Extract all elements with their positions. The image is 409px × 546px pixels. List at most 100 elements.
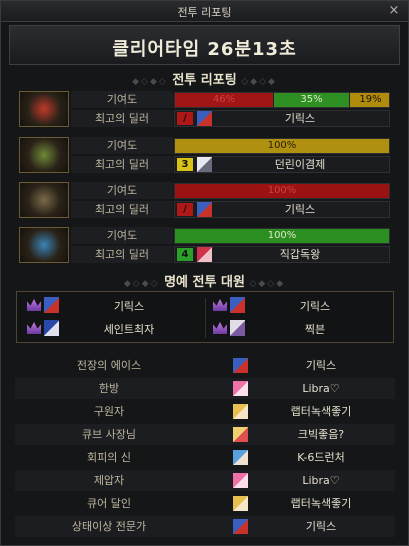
window-title: 전투 리포팅 [177, 6, 232, 19]
fire-helmet-portrait [19, 91, 69, 127]
ice-crown-helmet-portrait [19, 227, 69, 263]
award-row: 한방 Libra♡ [15, 378, 395, 399]
blue-knight-icon [233, 519, 248, 534]
contribution-segment: 100% [175, 229, 389, 243]
award-row: 큐어 달인 랩터녹색좋기 [15, 493, 395, 514]
player-report-row: 기여도최고의 딜러 100% / 기릭스 [19, 182, 391, 218]
award-winner-name: Libra♡ [302, 474, 340, 487]
dealer-name: 던린이겸제 [274, 158, 326, 171]
crown-icon [27, 299, 41, 311]
dealer-name: 기릭스 [284, 203, 316, 216]
contribution-bar: 100% [174, 138, 390, 154]
dealer-name: 직갑독왕 [279, 248, 321, 261]
honor-member-name: 기릭스 [299, 300, 331, 313]
award-winner-name: 크빅좋음? [297, 428, 345, 441]
award-row: 회피의 신 K-6드런처 [15, 447, 395, 468]
award-title: 한방 [98, 382, 120, 395]
contribution-label: 기여도 [71, 182, 173, 199]
honor-member[interactable]: 세인트최자 [27, 318, 197, 340]
dealer-rank-badge: / [177, 112, 193, 125]
blonde-fighter-icon [233, 427, 248, 442]
honor-divider [205, 298, 206, 338]
contribution-segment: 100% [175, 139, 389, 153]
player-report-row: 기여도최고의 딜러 100% 3 던린이겸제 [19, 137, 391, 173]
blue-knight-icon [44, 297, 59, 313]
contribution-segment: 35% [274, 93, 349, 107]
award-title: 큐브 사장님 [81, 428, 137, 441]
white-fox-icon [197, 157, 212, 172]
title-bar[interactable]: 전투 리포팅 × [1, 1, 408, 22]
award-row: 제압자 Libra♡ [15, 470, 395, 491]
blue-knight-icon [233, 358, 248, 373]
player-report-row: 기여도최고의 딜러 46% 35% 19% / 기릭스 [19, 91, 391, 127]
contribution-segment: 46% [175, 93, 273, 107]
award-row: 구원자 랩터녹색좋기 [15, 401, 395, 422]
blue-knight-icon [230, 297, 245, 313]
battle-report-window: 전투 리포팅 × 클리어타임 26분13초 ◆◇◆◇ 전투 리포팅 ◇◆◇◆ 기… [0, 0, 409, 546]
contribution-label: 기여도 [71, 227, 173, 244]
honor-members-panel: 기릭스 기릭스세인트최자 찍븐 [16, 291, 394, 343]
white-hair-icon [230, 320, 245, 336]
dealer-rank-badge: / [177, 203, 193, 216]
award-title: 제압자 [93, 474, 125, 487]
dark-horned-helmet-portrait [19, 182, 69, 218]
ornament-icon: ◇◆◇◆ [249, 279, 286, 289]
honor-member-name: 찍븐 [304, 323, 326, 336]
clear-time-panel: 클리어타임 26분13초 [9, 25, 400, 65]
contribution-label: 기여도 [71, 91, 173, 108]
blue-swordsman-icon [44, 320, 59, 336]
contribution-bar: 100% [174, 228, 390, 244]
top-dealer-label: 최고의 딜러 [71, 110, 173, 127]
blonde-girl-icon [233, 496, 248, 511]
award-row: 큐브 사장님 크빅좋음? [15, 424, 395, 445]
red-mage-icon [197, 247, 212, 262]
honor-member-name: 기릭스 [113, 300, 145, 313]
honor-member[interactable]: 기릭스 [27, 295, 197, 317]
contribution-segment: 100% [175, 184, 389, 198]
award-title: 전장의 에이스 [76, 359, 142, 372]
blue-knight-icon [197, 111, 212, 126]
contribution-bar: 46% 35% 19% [174, 92, 390, 108]
dealer-name: 기릭스 [284, 112, 316, 125]
contribution-segment: 19% [350, 93, 389, 107]
award-winner-name: 랩터녹색좋기 [290, 497, 352, 510]
top-dealer-field: 4 직갑독왕 [174, 246, 390, 263]
ornament-icon: ◆◇◆◇ [123, 279, 160, 289]
crown-icon [27, 322, 41, 334]
award-row: 상태이상 전문가 기릭스 [15, 516, 395, 537]
crown-icon [213, 299, 227, 311]
ornament-icon: ◇◆◇◆ [241, 77, 277, 87]
top-dealer-label: 최고의 딜러 [71, 201, 173, 218]
dealer-rank-badge: 3 [177, 158, 193, 171]
pink-girl-icon [233, 473, 248, 488]
dealer-rank-badge: 4 [177, 248, 193, 261]
award-row: 전장의 에이스 기릭스 [15, 355, 395, 376]
blue-knight-icon [197, 202, 212, 217]
blonde-girl-icon [233, 404, 248, 419]
top-dealer-field: / 기릭스 [174, 201, 390, 218]
close-icon[interactable]: × [386, 3, 402, 19]
report-section-title: ◆◇◆◇ 전투 리포팅 ◇◆◇◆ [132, 73, 277, 88]
award-title: 큐어 달인 [87, 497, 131, 510]
top-dealer-field: / 기릭스 [174, 110, 390, 127]
honor-member[interactable]: 기릭스 [213, 295, 383, 317]
award-winner-name: 기릭스 [305, 520, 337, 533]
contribution-label: 기여도 [71, 137, 173, 154]
clear-time-text: 클리어타임 26분13초 [112, 39, 297, 60]
green-thorn-helmet-portrait [19, 137, 69, 173]
honor-member[interactable]: 찍븐 [213, 318, 383, 340]
award-winner-name: Libra♡ [302, 382, 340, 395]
contribution-bar: 100% [174, 183, 390, 199]
top-dealer-field: 3 던린이겸제 [174, 156, 390, 173]
award-title: 구원자 [93, 405, 125, 418]
honor-member-name: 세인트최자 [103, 323, 155, 336]
blue-hair-icon [233, 450, 248, 465]
crown-icon [213, 322, 227, 334]
award-winner-name: K-6드런처 [297, 451, 345, 464]
top-dealer-label: 최고의 딜러 [71, 156, 173, 173]
player-report-row: 기여도최고의 딜러 100% 4 직갑독왕 [19, 227, 391, 263]
award-winner-name: 기릭스 [305, 359, 337, 372]
top-dealer-label: 최고의 딜러 [71, 246, 173, 263]
pink-girl-icon [233, 381, 248, 396]
award-winner-name: 랩터녹색좋기 [290, 405, 352, 418]
